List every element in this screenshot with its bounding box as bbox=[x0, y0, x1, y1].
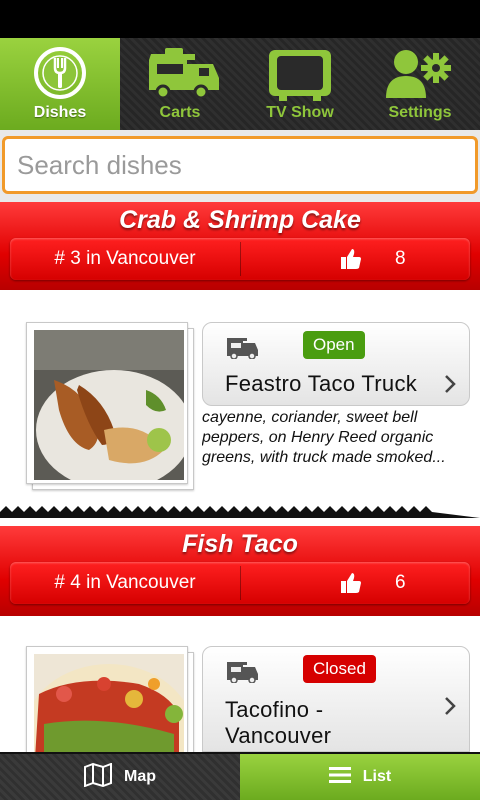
tab-label: TV Show bbox=[266, 104, 334, 121]
tv-icon bbox=[267, 46, 333, 107]
status-bar bbox=[0, 0, 480, 38]
tab-settings[interactable]: Settings bbox=[360, 38, 480, 130]
dish-title: Fish Taco bbox=[182, 530, 298, 558]
cart-name: Feastro Taco Truck bbox=[225, 371, 418, 396]
tab-tv-show[interactable]: TV Show bbox=[240, 38, 360, 130]
cart-link[interactable]: Closed Tacofino - Vancouver bbox=[202, 646, 470, 752]
tab-dishes[interactable]: Dishes bbox=[0, 38, 120, 130]
fork-plate-icon bbox=[33, 46, 87, 105]
dish-header[interactable]: Fish Taco # 4 in Vancouver 6 bbox=[0, 526, 480, 616]
status-badge: Closed bbox=[303, 655, 376, 683]
dish-photo[interactable] bbox=[26, 322, 194, 490]
like-count: 8 bbox=[395, 248, 406, 269]
food-photo-crab-cake bbox=[34, 330, 184, 480]
cart-name: Tacofino - Vancouver bbox=[225, 697, 332, 748]
stat-bar: # 3 in Vancouver 8 bbox=[10, 238, 470, 280]
thumbs-up-icon bbox=[339, 247, 363, 276]
tab-label: Dishes bbox=[33, 104, 87, 121]
cart-link[interactable]: Open Feastro Taco Truck bbox=[202, 322, 470, 406]
dish-photo[interactable] bbox=[26, 646, 194, 752]
food-truck-icon bbox=[141, 46, 219, 103]
chevron-right-icon bbox=[443, 373, 457, 400]
map-icon bbox=[84, 762, 112, 792]
rank-label: # 4 in Vancouver bbox=[54, 572, 196, 593]
stat-bar: # 4 in Vancouver 6 bbox=[10, 562, 470, 604]
photo-card-front bbox=[26, 646, 188, 752]
dish-card: Crab & Shrimp Cake # 3 in Vancouver 8 Op… bbox=[0, 202, 480, 518]
bottom-bar: Map List bbox=[0, 752, 480, 800]
tab-label: Settings bbox=[388, 104, 452, 121]
tab-label: Carts bbox=[159, 104, 201, 121]
user-gear-icon bbox=[384, 46, 456, 107]
dish-description: cayenne, coriander, sweet bell peppers, … bbox=[202, 409, 446, 466]
search-input[interactable] bbox=[2, 136, 478, 194]
dish-title: Crab & Shrimp Cake bbox=[119, 206, 361, 234]
food-truck-icon bbox=[225, 335, 261, 364]
food-truck-icon bbox=[225, 659, 261, 688]
like-button[interactable]: 6 bbox=[241, 562, 470, 604]
top-nav: Dishes Carts TV Show Settings bbox=[0, 38, 480, 130]
like-button[interactable]: 8 bbox=[241, 238, 470, 280]
map-tab[interactable]: Map bbox=[0, 754, 240, 800]
photo-card-front bbox=[26, 322, 188, 484]
list-label: List bbox=[362, 768, 392, 785]
status-badge: Open bbox=[303, 331, 365, 359]
dish-card: Fish Taco # 4 in Vancouver 6 Closed Taco… bbox=[0, 518, 480, 752]
rank-label: # 3 in Vancouver bbox=[54, 248, 196, 269]
tab-carts[interactable]: Carts bbox=[120, 38, 240, 130]
food-photo-fish-taco bbox=[34, 654, 184, 752]
thumbs-up-icon bbox=[339, 571, 363, 600]
zigzag-divider bbox=[0, 506, 480, 518]
search-bar bbox=[0, 130, 480, 202]
like-count: 6 bbox=[395, 572, 406, 593]
chevron-right-icon bbox=[443, 695, 457, 722]
list-tab[interactable]: List bbox=[240, 754, 480, 800]
dish-header[interactable]: Crab & Shrimp Cake # 3 in Vancouver 8 bbox=[0, 202, 480, 290]
list-icon bbox=[328, 766, 351, 789]
map-label: Map bbox=[124, 768, 156, 785]
